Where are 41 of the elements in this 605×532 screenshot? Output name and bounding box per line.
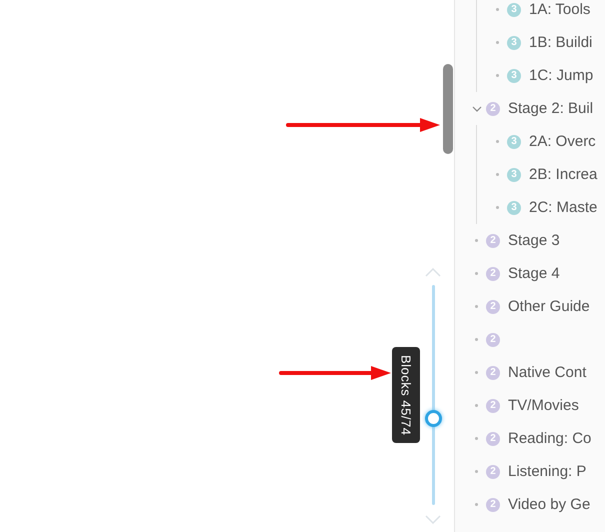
- outline-item[interactable]: 2 Video by Ge: [455, 488, 605, 521]
- level-badge: 2: [486, 332, 500, 346]
- bullet-icon: [496, 140, 499, 143]
- level-badge: 3: [507, 36, 521, 50]
- level-badge: 3: [507, 2, 521, 16]
- outline-item[interactable]: 2 TV/Movies: [455, 389, 605, 422]
- level-badge: 2: [486, 464, 500, 478]
- level-badge: 2: [486, 366, 500, 380]
- outline-item[interactable]: 2 Stage 2: Buil: [455, 92, 605, 125]
- slider-thumb[interactable]: [425, 410, 442, 427]
- outline-item[interactable]: 2 Stage 3: [455, 224, 605, 257]
- outline-item[interactable]: 2 Reading: Co: [455, 422, 605, 455]
- level-badge: 2: [486, 102, 500, 116]
- level-badge: 3: [507, 168, 521, 182]
- outline-item[interactable]: 2 Stage 4: [455, 257, 605, 290]
- outline-item[interactable]: 2 Other Guide: [455, 290, 605, 323]
- level-badge: 3: [507, 200, 521, 214]
- bullet-icon: [496, 74, 499, 77]
- outline-item[interactable]: 3 2A: Overc: [477, 125, 605, 158]
- level-badge: 2: [486, 234, 500, 248]
- level-badge: 3: [507, 68, 521, 82]
- level-badge: 2: [486, 498, 500, 512]
- level-badge: 2: [486, 432, 500, 446]
- level-badge: 2: [486, 266, 500, 280]
- scrollbar-thumb[interactable]: [443, 64, 453, 154]
- bullet-icon: [496, 8, 499, 11]
- tooltip: Blocks 45/74: [392, 347, 420, 444]
- outline-item[interactable]: 3 1B: Buildi: [477, 26, 605, 59]
- bullet-icon: [496, 41, 499, 44]
- level-badge: 2: [486, 398, 500, 412]
- outline-item[interactable]: 3 2C: Maste: [477, 191, 605, 224]
- bullet-icon: [496, 206, 499, 209]
- outline-item[interactable]: 2 Native Cont: [455, 356, 605, 389]
- level-badge: 3: [507, 134, 521, 148]
- bullet-icon: [496, 173, 499, 176]
- outline-item[interactable]: 2 Listening: P: [455, 455, 605, 488]
- outline-item[interactable]: 3 1A: Tools: [477, 0, 605, 26]
- outline-item[interactable]: 3 2B: Increa: [477, 158, 605, 191]
- outline-item[interactable]: 3 1C: Jump: [477, 59, 605, 92]
- level-badge: 2: [486, 300, 500, 314]
- caret-down-icon[interactable]: [472, 106, 482, 112]
